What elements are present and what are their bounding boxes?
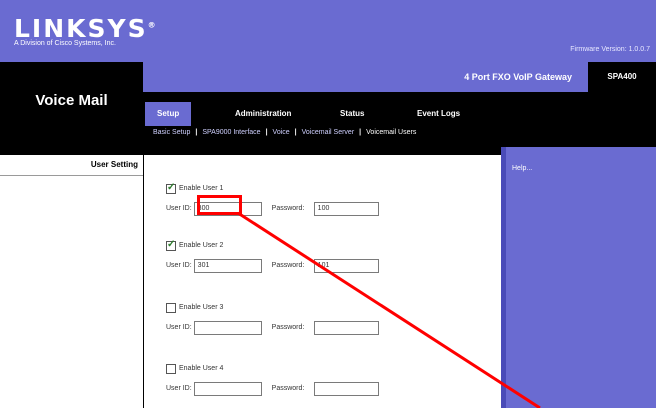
enable-user-4-label: Enable User 4 (179, 365, 224, 373)
user-2-id-input[interactable]: 301 (193, 258, 262, 273)
tab-administration[interactable]: Administration (223, 102, 303, 126)
section-title-box: Voice Mail (0, 62, 143, 147)
router-admin-page: LINKSYS® A Division of Cisco Systems, In… (0, 0, 656, 408)
password-label: Password: (271, 262, 305, 270)
user-id-label: User ID: (166, 205, 192, 213)
tab-setup[interactable]: Setup (145, 102, 192, 126)
enable-user-3-checkbox[interactable] (166, 302, 176, 313)
user-1-password-input[interactable]: 100 (313, 201, 379, 216)
help-panel-top (501, 147, 656, 155)
user-settings-form: Enable User 1 User ID:300Password:100 En… (144, 155, 501, 408)
linksys-logo: LINKSYS® (14, 14, 158, 43)
user-3-password-input[interactable] (313, 320, 379, 335)
user-4-id-input[interactable] (193, 381, 262, 396)
firmware-version: Firmware Version: 1.0.0.7 (570, 46, 650, 53)
enable-user-4-checkbox[interactable] (166, 363, 176, 374)
enable-user-2-checkbox[interactable] (166, 239, 176, 251)
password-label: Password: (271, 385, 305, 393)
model-label: SPA400 (588, 62, 656, 92)
enable-user-3-label: Enable User 3 (179, 304, 224, 312)
user-id-label: User ID: (166, 262, 192, 270)
user-setting-label: User Setting (90, 160, 138, 169)
password-label: Password: (271, 205, 305, 213)
left-column (0, 147, 143, 408)
enable-user-1-checkbox[interactable] (166, 182, 176, 194)
logo-tagline: A Division of Cisco Systems, Inc. (14, 40, 116, 47)
annotation-highlight-box (197, 195, 242, 215)
brand-bar: LINKSYS® A Division of Cisco Systems, In… (0, 0, 656, 62)
user-id-label: User ID: (166, 324, 192, 332)
subtab-voicemail-users[interactable]: Voicemail Users (366, 129, 416, 136)
product-name: 4 Port FXO VoIP Gateway (464, 72, 572, 82)
subtab-voicemail-server[interactable]: Voicemail Server (302, 129, 355, 136)
enable-user-1-label: Enable User 1 (179, 185, 224, 193)
subtab-row: Basic Setup | SPA9000 Interface | Voice | Voic… (153, 129, 417, 136)
content-top-strip (143, 147, 506, 155)
user-2-password-input[interactable]: 101 (313, 258, 379, 273)
enable-user-2-label: Enable User 2 (179, 242, 224, 250)
tab-event-logs[interactable]: Event Logs (405, 102, 472, 126)
subtab-voice[interactable]: Voice (273, 129, 290, 136)
user-4-password-input[interactable] (313, 381, 379, 396)
subtab-spa9000-interface[interactable]: SPA9000 Interface (202, 129, 260, 136)
left-divider (0, 175, 143, 176)
subtab-basic-setup[interactable]: Basic Setup (153, 129, 190, 136)
help-link[interactable]: Help... (512, 165, 532, 172)
section-title: Voice Mail (35, 92, 108, 109)
help-panel: Help... (506, 155, 656, 408)
user-id-label: User ID: (166, 385, 192, 393)
user-3-id-input[interactable] (193, 320, 262, 335)
password-label: Password: (271, 324, 305, 332)
product-bar: 4 Port FXO VoIP Gateway SPA400 (143, 62, 656, 92)
tab-status[interactable]: Status (328, 102, 376, 126)
tab-bar: Setup Administration Status Event Logs B… (143, 92, 656, 147)
